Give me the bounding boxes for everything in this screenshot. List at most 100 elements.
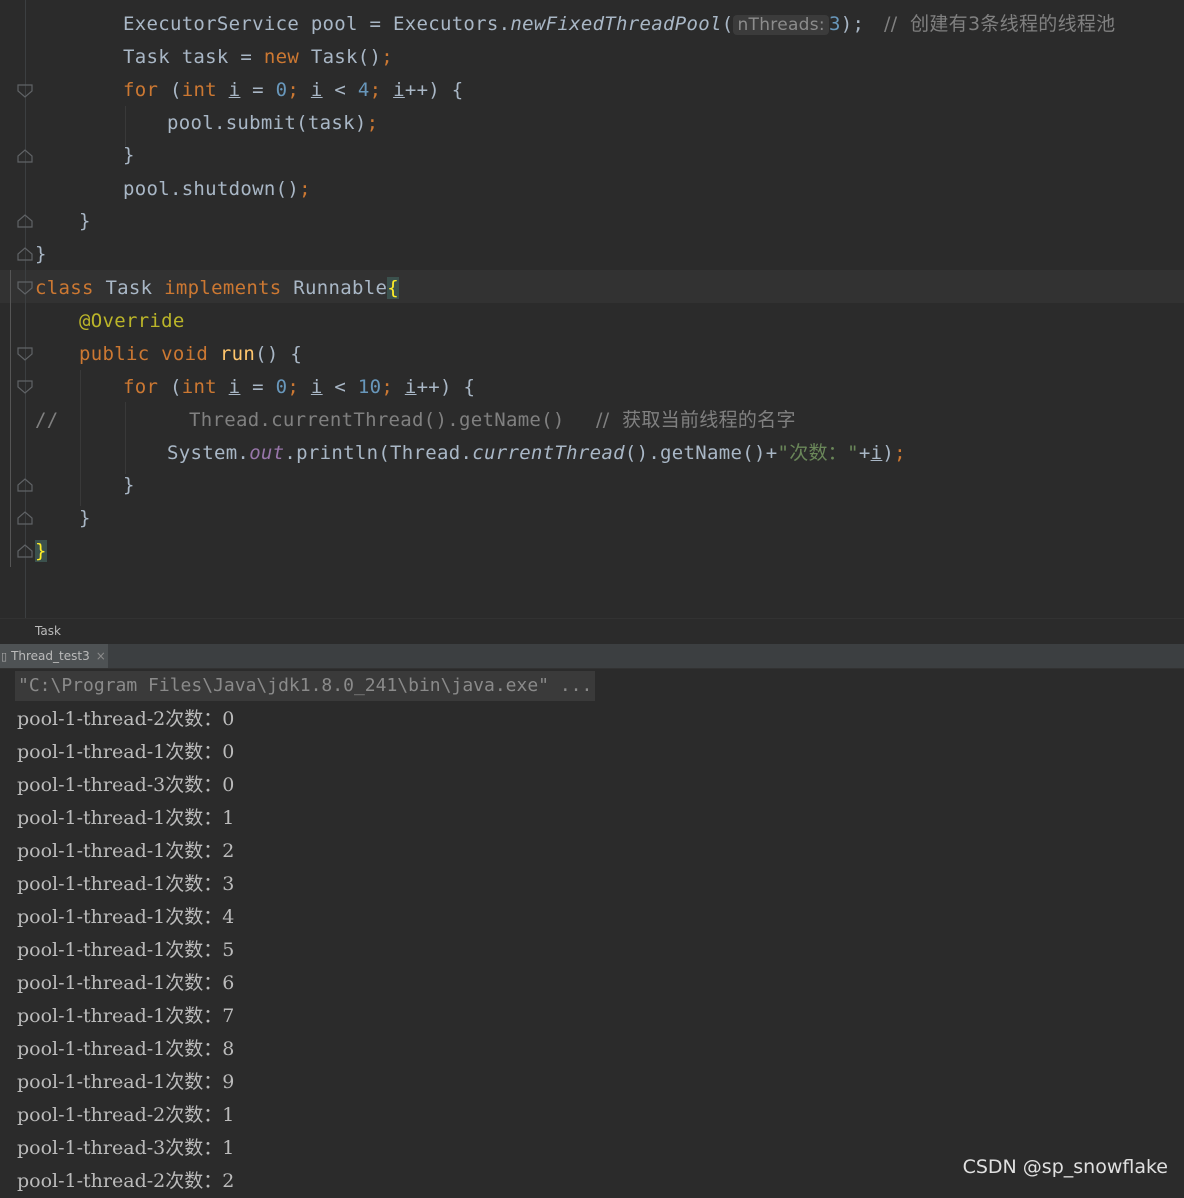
code-line[interactable]: class Task implements Runnable{ xyxy=(35,272,399,305)
close-icon[interactable]: × xyxy=(96,649,106,663)
code-keyword: public xyxy=(79,343,150,365)
code-method: newFixedThreadPool xyxy=(510,13,722,35)
fold-open-icon[interactable] xyxy=(17,84,33,98)
code-text: } xyxy=(35,243,47,265)
fold-open-icon[interactable] xyxy=(17,347,33,361)
code-text: ) xyxy=(882,442,895,464)
console-output-line: pool-1-thread-2次数：1 xyxy=(17,1104,235,1126)
code-text: ++) { xyxy=(416,376,476,398)
code-line[interactable]: Task task = new Task(); xyxy=(123,41,393,74)
code-text: ( xyxy=(721,13,734,35)
console-output-line: pool-1-thread-3次数：0 xyxy=(17,774,235,796)
fold-close-icon[interactable] xyxy=(17,247,33,261)
breadcrumb-item[interactable]: Task xyxy=(35,624,61,638)
code-text: Task xyxy=(93,277,165,299)
code-comment: // 创建有3条线程的线程池 xyxy=(884,13,1116,35)
console-output-line: pool-1-thread-1次数：6 xyxy=(17,972,235,994)
code-number: 0 xyxy=(275,376,288,398)
code-method: currentThread xyxy=(472,442,625,464)
code-text: = xyxy=(240,376,276,398)
watermark: CSDN @sp_snowflake xyxy=(962,1156,1168,1178)
code-number: 4 xyxy=(357,79,370,101)
code-line[interactable]: } xyxy=(79,502,91,535)
code-keyword: int xyxy=(181,376,217,398)
code-line[interactable]: ExecutorService pool = Executors.newFixe… xyxy=(123,8,864,41)
code-line[interactable]: } xyxy=(123,469,135,502)
code-semicolon: ; xyxy=(299,178,311,200)
code-text: + xyxy=(858,442,871,464)
fold-close-icon[interactable] xyxy=(17,511,33,525)
code-semicolon: ; xyxy=(894,442,906,464)
console-output-line: pool-1-thread-1次数：0 xyxy=(17,741,235,763)
console-output-line: pool-1-thread-1次数：3 xyxy=(17,873,235,895)
code-annotation: @Override xyxy=(79,310,185,332)
breadcrumb[interactable]: Task xyxy=(0,618,1184,645)
tab-thread-test3[interactable]: ▯ Thread_test3 × xyxy=(0,644,108,668)
console-command-line[interactable]: "C:\Program Files\Java\jdk1.8.0_241\bin\… xyxy=(15,671,596,701)
code-variable: i xyxy=(310,376,323,398)
console-output-line: pool-1-thread-1次数：4 xyxy=(17,906,235,928)
code-text: ( xyxy=(158,79,182,101)
tab-label: Thread_test3 xyxy=(11,649,90,663)
code-line[interactable]: } xyxy=(35,238,47,271)
code-text: } xyxy=(79,507,91,529)
code-text: pool.shutdown() xyxy=(123,178,300,200)
code-line[interactable]: } xyxy=(79,205,91,238)
code-text: System. xyxy=(167,442,250,464)
code-line[interactable]: System.out.println(Thread.currentThread(… xyxy=(167,437,906,470)
code-text: ++) { xyxy=(404,79,464,101)
code-variable: i xyxy=(228,79,241,101)
code-semicolon: ; xyxy=(287,376,311,398)
code-number: 0 xyxy=(275,79,288,101)
code-variable: i xyxy=(310,79,323,101)
code-text: ().getName()+ xyxy=(624,442,778,464)
code-text: < xyxy=(322,79,358,101)
fold-close-icon[interactable] xyxy=(17,544,33,558)
code-comment: // 获取当前线程的名字 xyxy=(596,409,796,431)
console-output-line: pool-1-thread-1次数：2 xyxy=(17,840,235,862)
fold-open-icon[interactable] xyxy=(17,281,33,295)
code-text: ExecutorService pool = Executors. xyxy=(123,13,511,35)
code-text: } xyxy=(123,144,135,166)
fold-close-icon[interactable] xyxy=(17,149,33,163)
indent-guide xyxy=(125,402,126,474)
code-line[interactable]: } xyxy=(123,139,135,172)
code-line[interactable]: for (int i = 0; i < 4; i++) { xyxy=(123,74,464,107)
code-semicolon: ; xyxy=(381,46,394,68)
run-config-icon: ▯ xyxy=(1,649,8,663)
matched-brace: } xyxy=(35,540,47,562)
code-text: Runnable xyxy=(281,277,388,299)
code-text: ); xyxy=(840,13,865,35)
code-string: "次数：" xyxy=(777,442,859,464)
code-keyword: class xyxy=(35,277,94,299)
run-console[interactable]: "C:\Program Files\Java\jdk1.8.0_241\bin\… xyxy=(0,669,1184,1192)
console-output-line: pool-1-thread-2次数：2 xyxy=(17,1170,235,1192)
parameter-hint: nThreads: xyxy=(733,15,829,35)
code-line[interactable]: pool.submit(task); xyxy=(167,107,378,140)
code-variable: i xyxy=(404,376,417,398)
code-number: 10 xyxy=(357,376,382,398)
fold-open-icon[interactable] xyxy=(17,380,33,394)
code-line[interactable]: pool.shutdown(); xyxy=(123,173,311,206)
code-method-name: run xyxy=(208,343,256,365)
fold-close-icon[interactable] xyxy=(17,478,33,492)
code-text: } xyxy=(123,474,135,496)
code-editor[interactable]: ExecutorService pool = Executors.newFixe… xyxy=(0,0,1184,618)
code-variable: i xyxy=(870,442,883,464)
code-keyword: for xyxy=(123,79,159,101)
code-text: Task() xyxy=(299,46,382,68)
code-line[interactable]: for (int i = 0; i < 10; i++) { xyxy=(123,371,475,404)
code-variable: i xyxy=(393,79,405,101)
console-output-line: pool-1-thread-1次数：5 xyxy=(17,939,235,961)
console-output-line: pool-1-thread-1次数：1 xyxy=(17,807,235,829)
code-semicolon: ; xyxy=(287,79,311,101)
code-line[interactable]: } xyxy=(35,535,47,568)
fold-close-icon[interactable] xyxy=(17,214,33,228)
code-line[interactable]: public void run() { xyxy=(79,338,302,371)
console-output-line: pool-1-thread-1次数：8 xyxy=(17,1038,235,1060)
code-keyword: int xyxy=(181,79,217,101)
code-line[interactable]: @Override xyxy=(79,305,185,338)
console-output-line: pool-1-thread-3次数：1 xyxy=(17,1137,235,1159)
code-text: < xyxy=(322,376,358,398)
